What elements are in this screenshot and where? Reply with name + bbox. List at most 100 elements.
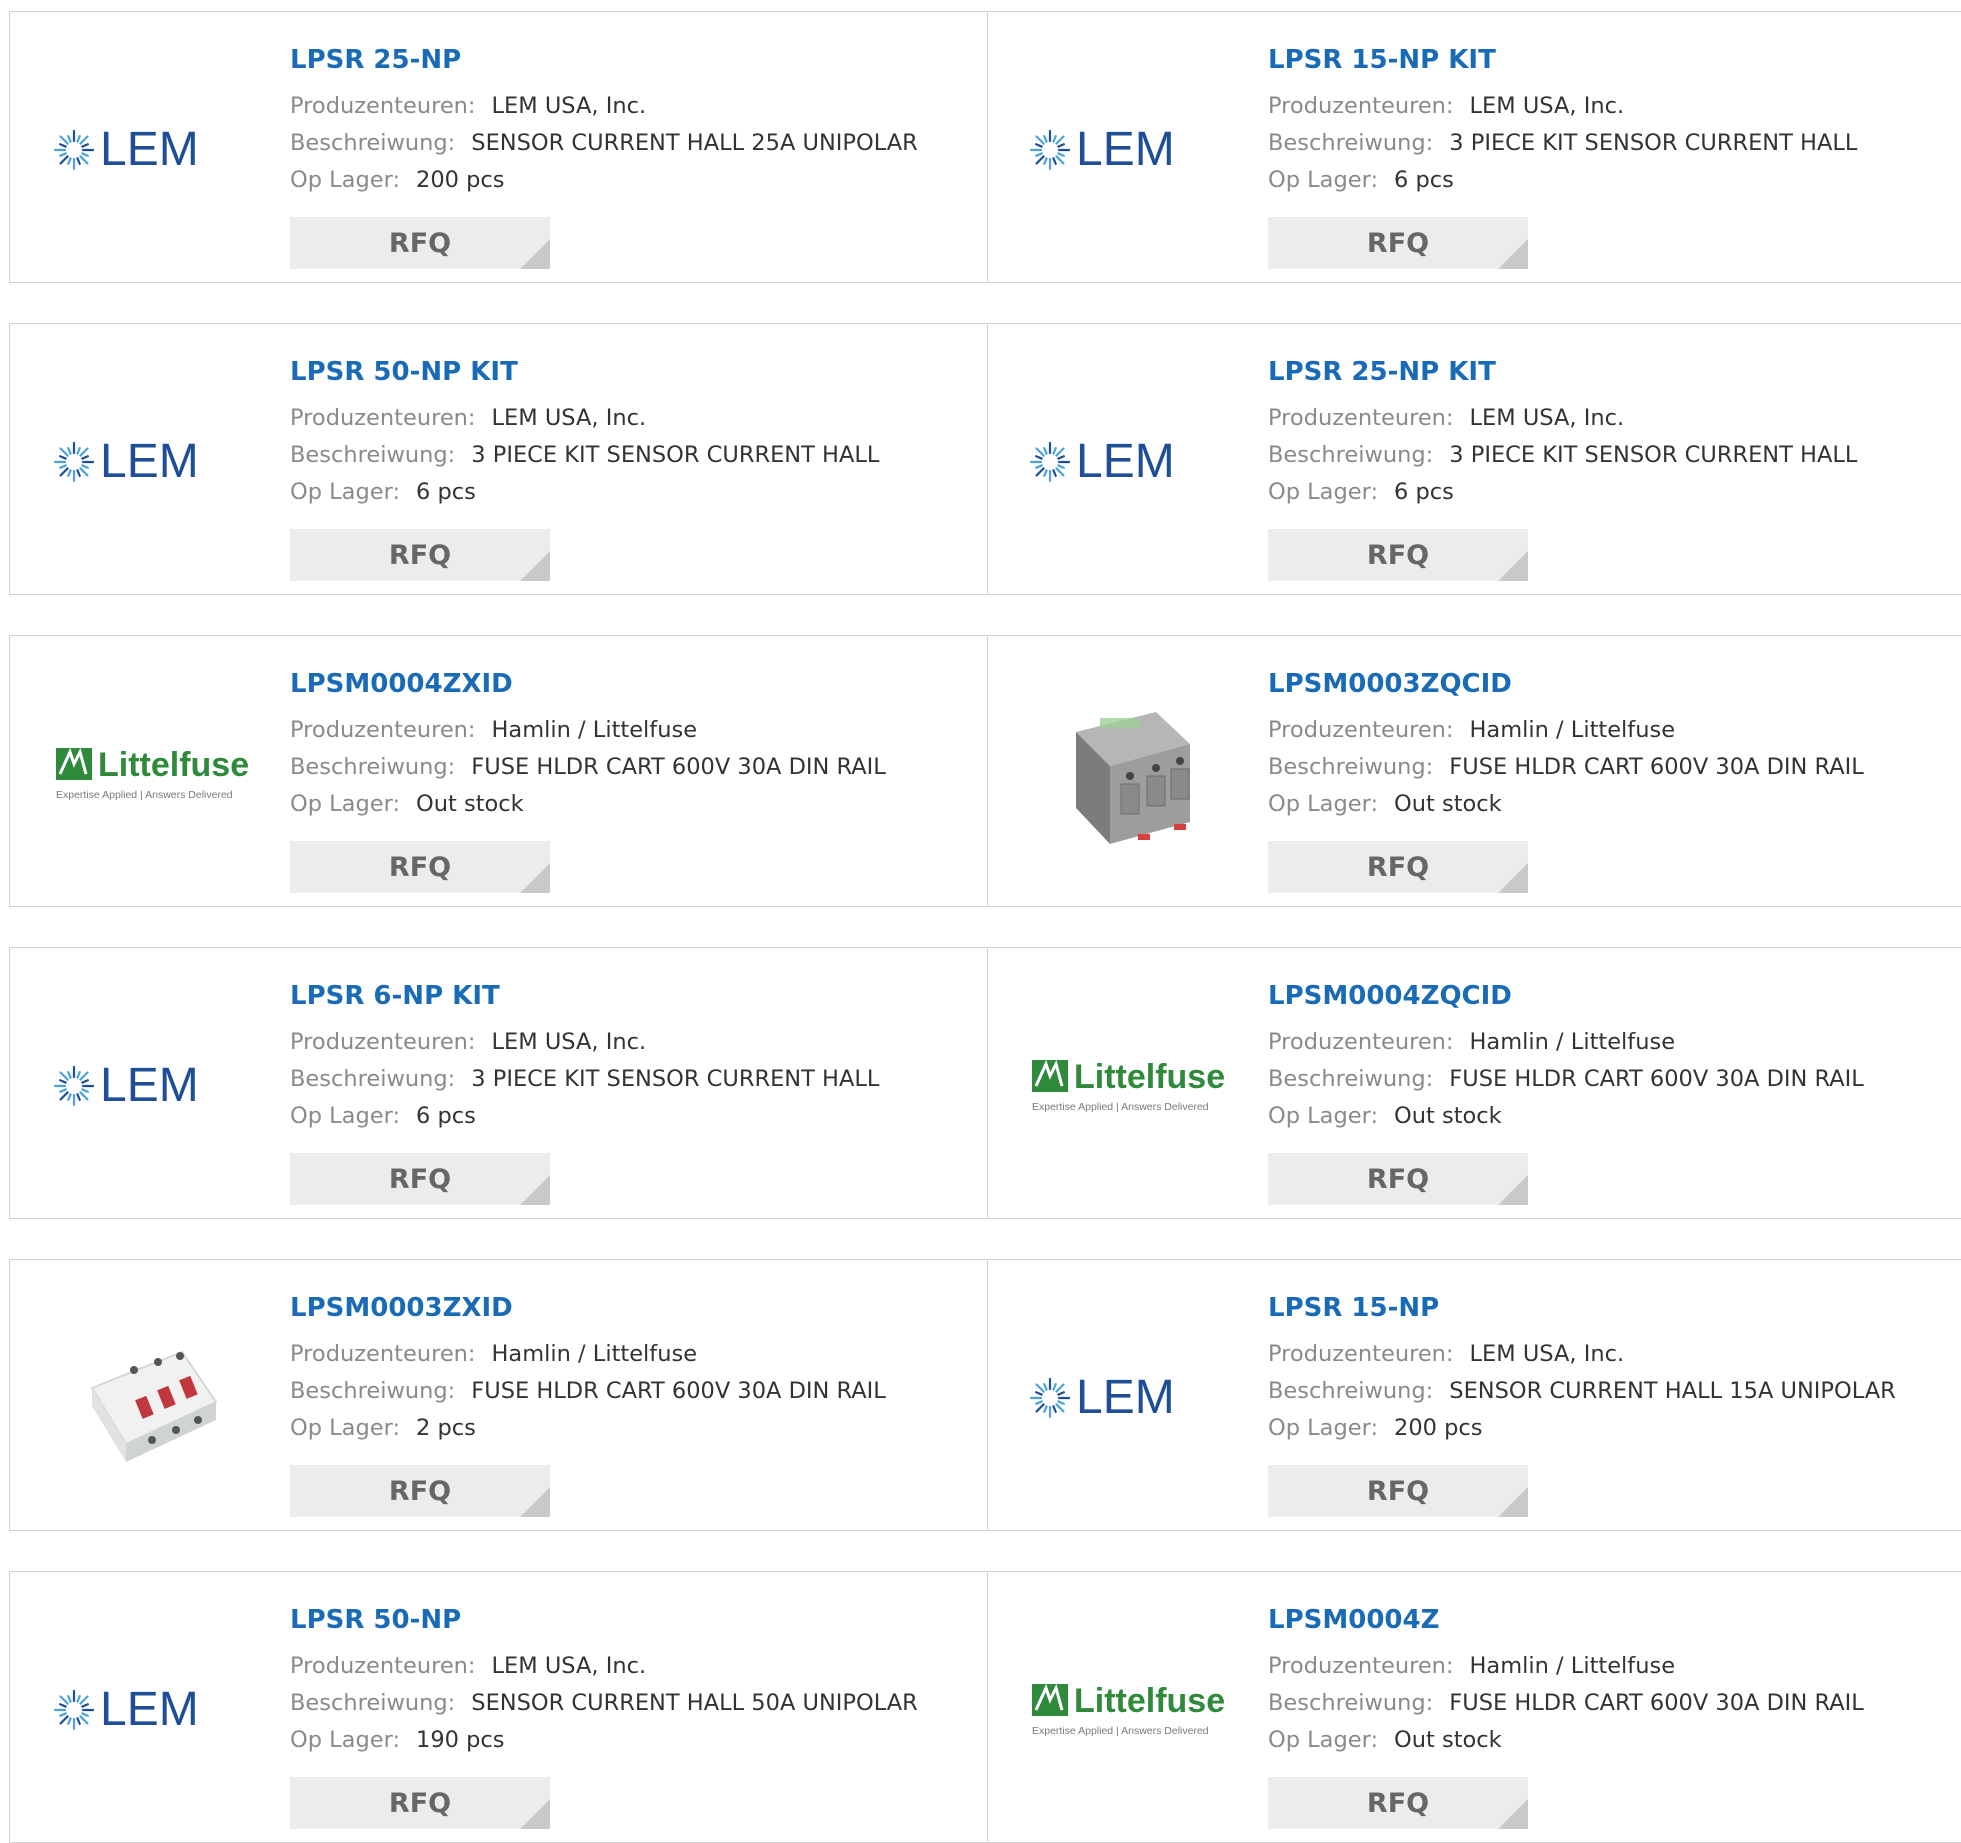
- product-card: LEM LPSR 15-NP Produzenteuren: LEM USA, I…: [988, 1260, 1961, 1530]
- part-number-link[interactable]: LPSM0003ZQCID: [1268, 666, 1864, 702]
- description-line: Beschreiwung: FUSE HLDR CART 600V 30A DIN…: [1268, 1685, 1864, 1722]
- stock-label: Op Lager:: [1268, 1103, 1379, 1129]
- product-image[interactable]: Littelfuse Expertise Applied | Answers De…: [1028, 1608, 1232, 1812]
- product-image[interactable]: Littelfuse Expertise Applied | Answers De…: [52, 672, 256, 876]
- manufacturer-value: Hamlin / Littelfuse: [491, 717, 698, 743]
- stock-line: Op Lager: 6 pcs: [290, 1098, 879, 1135]
- rfq-button[interactable]: RFQ: [1268, 529, 1528, 581]
- manufacturer-label: Produzenteuren:: [1268, 1341, 1454, 1367]
- description-value: 3 PIECE KIT SENSOR CURRENT HALL: [471, 442, 880, 468]
- product-image[interactable]: LEM: [52, 984, 256, 1188]
- fuse-holder-white-icon: [90, 1350, 218, 1462]
- product-row: LEM LPSR 50-NP Produzenteuren: LEM USA, I…: [9, 1571, 1961, 1843]
- part-number-link[interactable]: LPSM0004ZQCID: [1268, 978, 1864, 1014]
- product-image[interactable]: LEM: [1028, 48, 1232, 252]
- rfq-button[interactable]: RFQ: [290, 217, 550, 269]
- stock-value: 190 pcs: [416, 1727, 505, 1753]
- rfq-button[interactable]: RFQ: [290, 1777, 550, 1829]
- product-image[interactable]: LEM: [52, 360, 256, 564]
- rfq-button[interactable]: RFQ: [290, 529, 550, 581]
- manufacturer-line: Produzenteuren: LEM USA, Inc.: [290, 88, 918, 125]
- description-label: Beschreiwung:: [290, 442, 456, 468]
- product-card: LPSM0003ZXID Produzenteuren: Hamlin / Lit…: [10, 1260, 988, 1530]
- product-info: LPSR 25-NP KIT Produzenteuren: LEM USA, I…: [1268, 354, 1857, 581]
- lem-logo-text: LEM: [100, 435, 199, 488]
- stock-line: Op Lager: 6 pcs: [1268, 162, 1857, 199]
- stock-line: Op Lager: Out stock: [290, 786, 886, 823]
- product-row: LEM LPSR 6-NP KIT Produzenteuren: LEM USA…: [9, 947, 1961, 1219]
- rfq-button[interactable]: RFQ: [1268, 1153, 1528, 1205]
- stock-line: Op Lager: Out stock: [1268, 786, 1864, 823]
- product-card: Littelfuse Expertise Applied | Answers De…: [988, 948, 1961, 1218]
- part-number-link[interactable]: LPSR 15-NP: [1268, 1290, 1896, 1326]
- part-number-link[interactable]: LPSR 15-NP KIT: [1268, 42, 1857, 78]
- stock-line: Op Lager: 6 pcs: [1268, 474, 1857, 511]
- part-number-link[interactable]: LPSR 50-NP KIT: [290, 354, 879, 390]
- manufacturer-value: Hamlin / Littelfuse: [1469, 717, 1676, 743]
- description-value: 3 PIECE KIT SENSOR CURRENT HALL: [471, 1066, 880, 1092]
- lem-logo-icon: LEM: [1030, 435, 1175, 488]
- stock-label: Op Lager:: [290, 1415, 401, 1441]
- manufacturer-value: LEM USA, Inc.: [1469, 405, 1625, 431]
- littelfuse-logo-text: Littelfuse: [1074, 1682, 1225, 1720]
- part-number-link[interactable]: LPSM0004ZXID: [290, 666, 886, 702]
- stock-label: Op Lager:: [1268, 1415, 1379, 1441]
- stock-line: Op Lager: 2 pcs: [290, 1410, 886, 1447]
- description-line: Beschreiwung: SENSOR CURRENT HALL 15A UNI…: [1268, 1373, 1896, 1410]
- lem-logo-icon: LEM: [54, 123, 199, 176]
- stock-line: Op Lager: Out stock: [1268, 1098, 1864, 1135]
- manufacturer-line: Produzenteuren: Hamlin / Littelfuse: [1268, 1648, 1864, 1685]
- rfq-button[interactable]: RFQ: [290, 1153, 550, 1205]
- description-line: Beschreiwung: 3 PIECE KIT SENSOR CURRENT …: [290, 1061, 879, 1098]
- product-info: LPSR 50-NP KIT Produzenteuren: LEM USA, I…: [290, 354, 879, 581]
- product-image[interactable]: LEM: [52, 48, 256, 252]
- lem-logo-text: LEM: [100, 1059, 199, 1112]
- description-label: Beschreiwung:: [1268, 1690, 1434, 1716]
- rfq-button[interactable]: RFQ: [1268, 1777, 1528, 1829]
- manufacturer-label: Produzenteuren:: [1268, 717, 1454, 743]
- stock-value: Out stock: [1394, 791, 1502, 817]
- stock-value: Out stock: [1394, 1727, 1502, 1753]
- product-image[interactable]: LEM: [1028, 1296, 1232, 1500]
- part-number-link[interactable]: LPSR 25-NP KIT: [1268, 354, 1857, 390]
- stock-label: Op Lager:: [290, 1727, 401, 1753]
- product-image[interactable]: LEM: [1028, 360, 1232, 564]
- rfq-button[interactable]: RFQ: [1268, 217, 1528, 269]
- stock-value: Out stock: [416, 791, 524, 817]
- part-number-link[interactable]: LPSR 6-NP KIT: [290, 978, 879, 1014]
- manufacturer-value: LEM USA, Inc.: [491, 1029, 647, 1055]
- product-card: LEM LPSR 25-NP Produzenteuren: LEM USA, I…: [10, 12, 988, 282]
- manufacturer-value: LEM USA, Inc.: [1469, 93, 1625, 119]
- littelfuse-tagline: Expertise Applied | Answers Delivered: [1032, 1101, 1209, 1113]
- product-image[interactable]: [1028, 672, 1232, 876]
- description-value: 3 PIECE KIT SENSOR CURRENT HALL: [1449, 442, 1858, 468]
- description-label: Beschreiwung:: [1268, 1378, 1434, 1404]
- manufacturer-value: Hamlin / Littelfuse: [1469, 1029, 1676, 1055]
- description-value: FUSE HLDR CART 600V 30A DIN RAIL: [1449, 1066, 1864, 1092]
- stock-label: Op Lager:: [290, 791, 401, 817]
- rfq-button[interactable]: RFQ: [1268, 1465, 1528, 1517]
- rfq-button[interactable]: RFQ: [290, 841, 550, 893]
- part-number-link[interactable]: LPSM0003ZXID: [290, 1290, 886, 1326]
- part-number-link[interactable]: LPSR 25-NP: [290, 42, 918, 78]
- manufacturer-label: Produzenteuren:: [1268, 1029, 1454, 1055]
- rfq-button[interactable]: RFQ: [1268, 841, 1528, 893]
- description-label: Beschreiwung:: [1268, 130, 1434, 156]
- rfq-button[interactable]: RFQ: [290, 1465, 550, 1517]
- product-image[interactable]: LEM: [52, 1608, 256, 1812]
- stock-label: Op Lager:: [1268, 791, 1379, 817]
- product-image[interactable]: [52, 1296, 256, 1500]
- part-number-link[interactable]: LPSR 50-NP: [290, 1602, 918, 1638]
- description-value: SENSOR CURRENT HALL 50A UNIPOLAR: [471, 1690, 918, 1716]
- littelfuse-logo-text: Littelfuse: [98, 746, 249, 784]
- manufacturer-label: Produzenteuren:: [290, 405, 476, 431]
- description-line: Beschreiwung: 3 PIECE KIT SENSOR CURRENT …: [290, 437, 879, 474]
- lem-logo-text: LEM: [1076, 435, 1175, 488]
- product-image[interactable]: Littelfuse Expertise Applied | Answers De…: [1028, 984, 1232, 1188]
- description-line: Beschreiwung: SENSOR CURRENT HALL 50A UNI…: [290, 1685, 918, 1722]
- lem-logo-icon: LEM: [54, 1683, 199, 1736]
- description-label: Beschreiwung:: [1268, 442, 1434, 468]
- manufacturer-label: Produzenteuren:: [1268, 1653, 1454, 1679]
- lem-logo-text: LEM: [100, 123, 199, 176]
- part-number-link[interactable]: LPSM0004Z: [1268, 1602, 1864, 1638]
